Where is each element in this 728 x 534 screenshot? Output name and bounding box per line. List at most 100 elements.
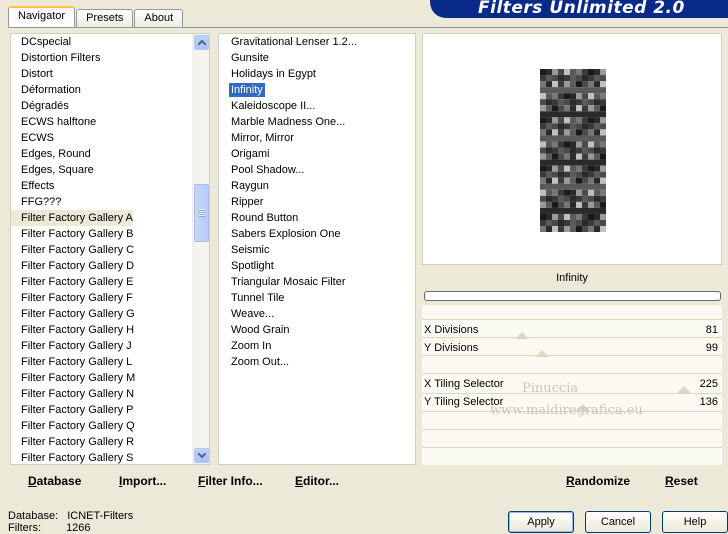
pattern-cell	[588, 69, 594, 76]
pattern-cell	[594, 195, 600, 202]
category-item[interactable]: Filter Factory Gallery A	[11, 210, 133, 226]
category-item[interactable]: Edges, Square	[11, 162, 209, 178]
pattern-cell	[552, 147, 558, 154]
pattern-cell	[558, 141, 564, 148]
reset-button[interactable]: Reset	[665, 474, 698, 488]
editor-button[interactable]: Editor...	[295, 474, 339, 488]
filter-item-label: Mirror, Mirror	[231, 132, 294, 144]
filter-item[interactable]: Raygun	[219, 178, 415, 194]
filter-item[interactable]: Infinity	[219, 82, 415, 98]
category-item[interactable]: ECWS	[11, 130, 209, 146]
category-item[interactable]: Filter Factory Gallery Q	[11, 418, 209, 434]
pattern-cell	[564, 226, 570, 232]
param-x-tiling[interactable]: X Tiling Selector 225	[424, 375, 720, 393]
category-item[interactable]: Filter Factory Gallery R	[11, 434, 209, 450]
pattern-cell	[588, 123, 594, 130]
pattern-cell	[552, 99, 558, 106]
filter-item[interactable]: Tunnel Tile	[219, 290, 415, 306]
category-item[interactable]: Filter Factory Gallery G	[11, 306, 209, 322]
filter-info-button[interactable]: Filter Info...	[198, 474, 263, 488]
filter-item[interactable]: Holidays in Egypt	[219, 66, 415, 82]
pattern-cell	[576, 153, 582, 160]
filter-item[interactable]: Ripper	[219, 194, 415, 210]
category-item[interactable]: Filter Factory Gallery F	[11, 290, 209, 306]
pattern-cell	[552, 195, 558, 202]
filter-item-label: Infinity	[229, 83, 265, 97]
category-item[interactable]: Filter Factory Gallery S	[11, 450, 209, 464]
category-item[interactable]: Filter Factory Gallery P	[11, 402, 209, 418]
pattern-cell	[570, 69, 576, 76]
filter-item[interactable]: Mirror, Mirror	[219, 130, 415, 146]
pattern-cell	[588, 129, 594, 136]
filter-item[interactable]: Kaleidoscope II...	[219, 98, 415, 114]
pattern-cell	[600, 171, 606, 178]
filter-item[interactable]: Triangular Mosaic Filter	[219, 274, 415, 290]
pattern-cell	[588, 189, 594, 196]
database-button[interactable]: Database	[28, 474, 81, 488]
category-item[interactable]: Filter Factory Gallery L	[11, 354, 209, 370]
category-item[interactable]: Filter Factory Gallery B	[11, 226, 209, 242]
pattern-cell	[558, 111, 564, 118]
scroll-thumb[interactable]	[194, 184, 209, 242]
import-button[interactable]: Import...	[119, 474, 166, 488]
category-item[interactable]: Filter Factory Gallery M	[11, 370, 209, 386]
randomize-button[interactable]: Randomize	[566, 474, 630, 488]
tab-about[interactable]: About	[134, 9, 184, 27]
category-item[interactable]: ECWS halftone	[11, 114, 209, 130]
category-item[interactable]: Distortion Filters	[11, 50, 209, 66]
filter-item[interactable]: Weave...	[219, 306, 415, 322]
scroll-up-button[interactable]	[194, 35, 209, 50]
category-item[interactable]: Filter Factory Gallery H	[11, 322, 209, 338]
slider-marker[interactable]	[575, 404, 590, 411]
pattern-cell	[594, 105, 600, 112]
category-item[interactable]: DCspecial	[11, 34, 209, 50]
pattern-cell	[582, 141, 588, 148]
pattern-cell	[576, 93, 582, 100]
category-scrollbar[interactable]	[192, 34, 209, 464]
category-item[interactable]: Edges, Round	[11, 146, 209, 162]
pattern-cell	[582, 75, 588, 82]
filter-item[interactable]: Zoom In	[219, 338, 415, 354]
category-item[interactable]: Filter Factory Gallery D	[11, 258, 209, 274]
pattern-cell	[600, 226, 606, 232]
category-item[interactable]: Effects	[11, 178, 209, 194]
filter-item[interactable]: Wood Grain	[219, 322, 415, 338]
apply-button[interactable]: Apply	[508, 511, 574, 533]
tab-navigator[interactable]: Navigator	[8, 6, 76, 27]
filter-item[interactable]: Round Button	[219, 210, 415, 226]
pattern-cell	[558, 75, 564, 82]
filter-item[interactable]: Zoom Out...	[219, 354, 415, 370]
category-item[interactable]: Déformation	[11, 82, 209, 98]
category-item[interactable]: Distort	[11, 66, 209, 82]
category-item[interactable]: Filter Factory Gallery J	[11, 338, 209, 354]
pattern-cell	[594, 226, 600, 232]
filter-list[interactable]: Gravitational Lenser 1.2... Gunsite Holida…	[218, 33, 416, 465]
filter-item[interactable]: Pool Shadow...	[219, 162, 415, 178]
slider-marker[interactable]	[514, 332, 529, 339]
filter-item[interactable]: Marble Madness One...	[219, 114, 415, 130]
filter-item[interactable]: Sabers Explosion One	[219, 226, 415, 242]
scroll-down-button[interactable]	[194, 448, 209, 463]
slider-marker[interactable]	[535, 350, 550, 357]
pattern-cell	[582, 183, 588, 190]
category-item[interactable]: Filter Factory Gallery C	[11, 242, 209, 258]
slider-marker[interactable]	[677, 386, 692, 393]
help-button[interactable]: Help	[662, 511, 728, 533]
pattern-cell	[564, 87, 570, 94]
category-item[interactable]: FFG???	[11, 194, 209, 210]
category-item[interactable]: Filter Factory Gallery E	[11, 274, 209, 290]
filter-item[interactable]: Spotlight	[219, 258, 415, 274]
category-item[interactable]: Dégradés	[11, 98, 209, 114]
filter-item[interactable]: Seismic	[219, 242, 415, 258]
filter-item[interactable]: Gunsite	[219, 50, 415, 66]
category-list[interactable]: DCspecial Distortion Filters Distort Déform…	[10, 33, 210, 465]
category-item[interactable]: Filter Factory Gallery N	[11, 386, 209, 402]
filter-item[interactable]: Gravitational Lenser 1.2...	[219, 34, 415, 50]
param-x-divisions[interactable]: X Divisions 81	[424, 321, 720, 339]
param-y-tiling[interactable]: Y Tiling Selector 136	[424, 393, 720, 411]
pattern-cell	[582, 220, 588, 227]
tab-presets[interactable]: Presets	[76, 9, 134, 27]
param-y-divisions[interactable]: Y Divisions 99	[424, 339, 720, 357]
cancel-button[interactable]: Cancel	[585, 511, 651, 533]
filter-item[interactable]: Origami	[219, 146, 415, 162]
